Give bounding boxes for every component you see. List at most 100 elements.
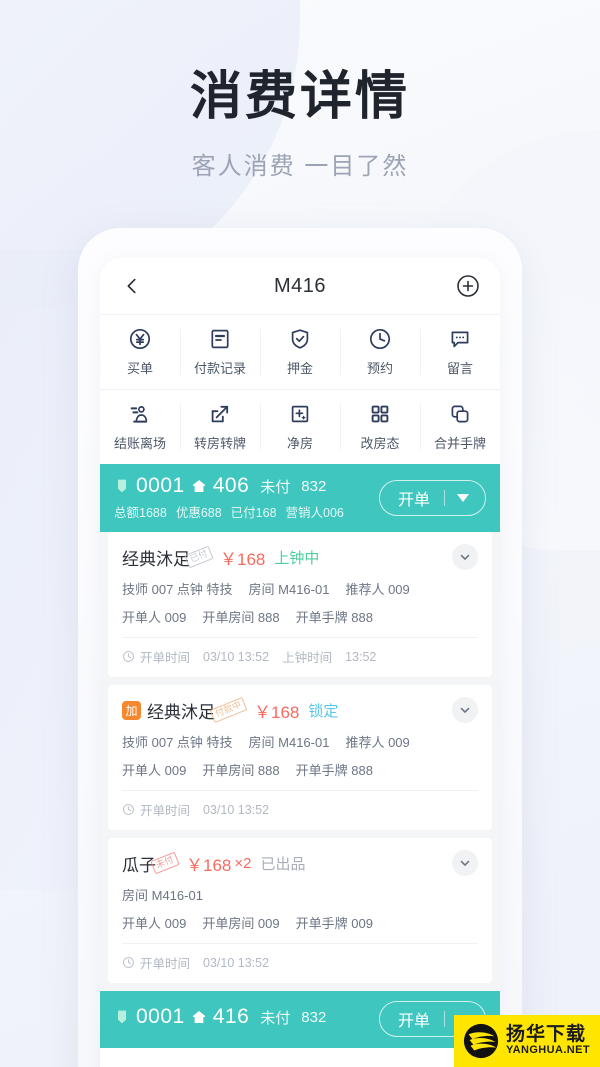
order-summary: 0001 416 未付 832 <box>114 1005 379 1033</box>
item-open-room: 开单房间 888 <box>202 763 280 778</box>
order-salesperson: 营销人006 <box>285 506 344 520</box>
list-item[interactable]: 经典沐足 已付 ￥168 上钟中 技师 007 点钟 特技 房间 M416-01… <box>108 532 492 677</box>
tag-icon <box>118 1010 126 1024</box>
chevron-left-icon <box>127 278 136 294</box>
clock-icon <box>122 956 135 969</box>
tool-label: 预约 <box>366 361 393 376</box>
start-time-value: 13:52 <box>345 649 377 664</box>
expand-item-button[interactable] <box>452 697 478 723</box>
phone-screen: M416 买单 付款记录 押金 预约 留言 结账离场 转房转牌 净房 改房态 合… <box>100 258 500 1067</box>
tool-button-jiezhanglichang[interactable]: 结账离场 <box>100 390 180 464</box>
ticket-number: 0001 <box>136 474 185 497</box>
open-time-value: 03/10 13:52 <box>203 955 270 970</box>
tool-label: 付款记录 <box>193 361 246 376</box>
tool-label: 转房转牌 <box>193 436 246 451</box>
watermark-cn: 扬华下载 <box>505 1024 586 1046</box>
list-item[interactable]: 加 经典沐足 付款中 ￥168 锁定 技师 007 点钟 特技 房间 M416-… <box>108 685 492 830</box>
tool-button-gaifangtai[interactable]: 改房态 <box>340 390 420 464</box>
open-time-value: 03/10 13:52 <box>203 802 270 817</box>
order-summary: 0001 406 未付 832 总额1688 优惠688 已付168 营销人00… <box>114 474 379 521</box>
tool-button-fukuanjilu[interactable]: 付款记录 <box>180 315 260 389</box>
tool-button-liuyan[interactable]: 留言 <box>420 315 500 389</box>
watermark-en: YANGHUA.NET <box>505 1044 590 1057</box>
expand-item-button[interactable] <box>452 544 478 570</box>
back-button[interactable] <box>118 272 146 300</box>
open-order-label: 开单 <box>397 1013 430 1030</box>
order-amount-line: 总额1688 优惠688 已付168 营销人006 <box>114 502 379 521</box>
order-group-header[interactable]: 0001 416 未付 832 开单 <box>100 991 500 1048</box>
room-number: 416 <box>212 1005 250 1028</box>
item-open-card: 开单手牌 888 <box>295 610 373 625</box>
order-group-header[interactable]: 0001 406 未付 832 总额1688 优惠688 已付168 营销人00… <box>100 464 500 532</box>
item-referrer: 推荐人 009 <box>345 582 410 597</box>
open-time-label: 开单时间 <box>140 957 191 971</box>
message-dots-icon <box>451 331 469 348</box>
item-room: 房间 M416-01 <box>122 888 203 903</box>
tool-button-yajin[interactable]: 押金 <box>260 315 340 389</box>
open-time-value: 03/10 13:52 <box>203 649 270 664</box>
item-price: ￥168 <box>186 855 232 875</box>
item-opener: 开单人 009 <box>122 610 187 625</box>
item-title-row: 经典沐足 已付 ￥168 上钟中 <box>122 544 478 570</box>
item-open-card: 开单手牌 009 <box>295 916 373 931</box>
toolbar-row-1: 买单 付款记录 押金 预约 留言 <box>100 315 500 389</box>
tool-button-yuyue[interactable]: 预约 <box>340 315 420 389</box>
external-link-icon <box>211 405 229 423</box>
payment-stamp: 付款中 <box>209 696 248 723</box>
start-time-label: 上钟时间 <box>282 651 333 665</box>
yen-circle-icon <box>129 328 151 350</box>
page-title: 消费详情 <box>189 68 410 126</box>
grid-four-icon <box>371 405 389 423</box>
nav-title: M416 <box>273 274 327 297</box>
item-title-group: 加 经典沐足 付款中 ￥168 锁定 <box>122 696 452 723</box>
order-paid: 已付168 <box>230 506 277 520</box>
tool-label: 留言 <box>446 361 473 376</box>
ticket-number: 0001 <box>136 1005 185 1028</box>
unpaid-label: 未付 <box>260 478 291 496</box>
item-status: 锁定 <box>308 702 339 720</box>
item-time-row: 开单时间 03/10 13:52 上钟时间 13:52 <box>122 638 478 677</box>
item-status: 已出品 <box>260 855 306 873</box>
item-meta-line-1: 房间 M416-01 <box>122 885 478 904</box>
item-opener: 开单人 009 <box>122 763 187 778</box>
tool-button-hebingshoupai[interactable]: 合并手牌 <box>420 390 500 464</box>
item-name: 经典沐足 <box>122 549 190 569</box>
addon-badge: 加 <box>122 700 141 720</box>
expand-item-button[interactable] <box>452 850 478 876</box>
clock-icon <box>122 650 135 663</box>
tool-label: 改房态 <box>360 436 400 451</box>
order-identity-line: 0001 406 未付 832 <box>114 474 379 498</box>
item-price: ￥168 <box>220 549 266 569</box>
order-discount: 优惠688 <box>175 506 222 520</box>
item-title-group: 经典沐足 已付 ￥168 上钟中 <box>122 545 452 570</box>
add-button[interactable] <box>454 272 482 300</box>
chevron-down-icon <box>460 707 470 713</box>
room-number: 406 <box>212 474 250 497</box>
page-subtitle: 客人消费 一目了然 <box>191 152 409 180</box>
list-item[interactable]: 瓜子 未付 ￥168 ×2 已出品 房间 M416-01 开单人 009 开单房… <box>108 838 492 983</box>
open-order-dropdown[interactable] <box>445 481 485 515</box>
open-time-label: 开单时间 <box>140 804 191 818</box>
app-navbar: M416 <box>100 258 500 314</box>
clock-icon <box>369 328 391 350</box>
clock-icon <box>122 803 135 816</box>
item-title-row: 瓜子 未付 ￥168 ×2 已出品 <box>122 850 478 876</box>
item-meta-line-2: 开单人 009 开单房间 009 开单手牌 009 <box>122 913 478 932</box>
chevron-down-icon <box>460 554 470 560</box>
item-technician: 技师 007 点钟 特技 <box>122 735 233 750</box>
tool-button-maidan[interactable]: 买单 <box>100 315 180 389</box>
item-quantity: ×2 <box>234 854 252 872</box>
house-icon <box>192 1011 205 1023</box>
copy-stack-icon <box>451 405 469 423</box>
item-technician: 技师 007 点钟 特技 <box>122 582 233 597</box>
tool-button-jingfang[interactable]: 净房 <box>260 390 340 464</box>
person-checkout-icon <box>130 406 148 423</box>
hero-section: 消费详情 客人消费 一目了然 <box>0 0 600 181</box>
tool-label: 合并手牌 <box>433 436 486 451</box>
item-open-room: 开单房间 009 <box>202 916 280 931</box>
open-order-button[interactable]: 开单 <box>378 479 486 516</box>
item-title-row: 加 经典沐足 付款中 ￥168 锁定 <box>122 696 478 723</box>
item-referrer: 推荐人 009 <box>345 735 410 750</box>
unpaid-amount: 832 <box>301 477 327 495</box>
tool-button-zhuangfangzhuangpai[interactable]: 转房转牌 <box>180 390 260 464</box>
